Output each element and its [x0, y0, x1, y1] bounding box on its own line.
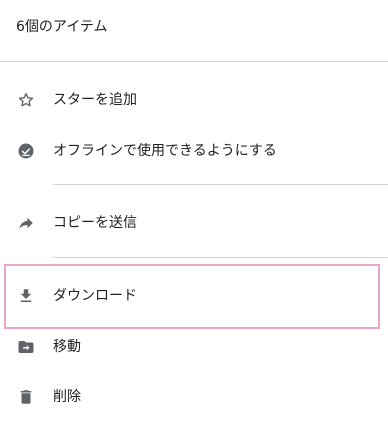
menu-item-move[interactable]: 移動 [0, 323, 388, 371]
menu-item-send-copy[interactable]: コピーを送信 [0, 199, 388, 247]
menu-item-label: 移動 [53, 339, 81, 355]
menu-item-label: 削除 [53, 389, 81, 405]
menu-item-available-offline[interactable]: オフラインで使用できるようにする [0, 127, 388, 175]
menu-item-label: ダウンロード [53, 288, 137, 304]
divider [53, 257, 388, 258]
trash-icon [16, 387, 36, 407]
menu-item-add-star[interactable]: スターを追加 [0, 76, 388, 124]
download-icon [16, 286, 36, 306]
share-arrow-icon [16, 213, 36, 233]
menu-item-download[interactable]: ダウンロード [0, 272, 388, 320]
move-folder-icon [16, 337, 36, 357]
selection-count-title: 6個のアイテム [16, 19, 108, 35]
menu-item-label: スターを追加 [53, 92, 137, 108]
menu-item-delete[interactable]: 削除 [0, 373, 388, 421]
offline-check-icon [16, 141, 36, 161]
menu-item-label: オフラインで使用できるようにする [53, 143, 277, 159]
star-outline-icon [16, 90, 36, 110]
bottom-sheet-menu: 6個のアイテム スターを追加 オフラインで使用できるようにする コピーを送信 ダ… [0, 0, 388, 428]
divider [53, 184, 388, 185]
divider [0, 61, 388, 62]
menu-item-label: コピーを送信 [53, 215, 137, 231]
